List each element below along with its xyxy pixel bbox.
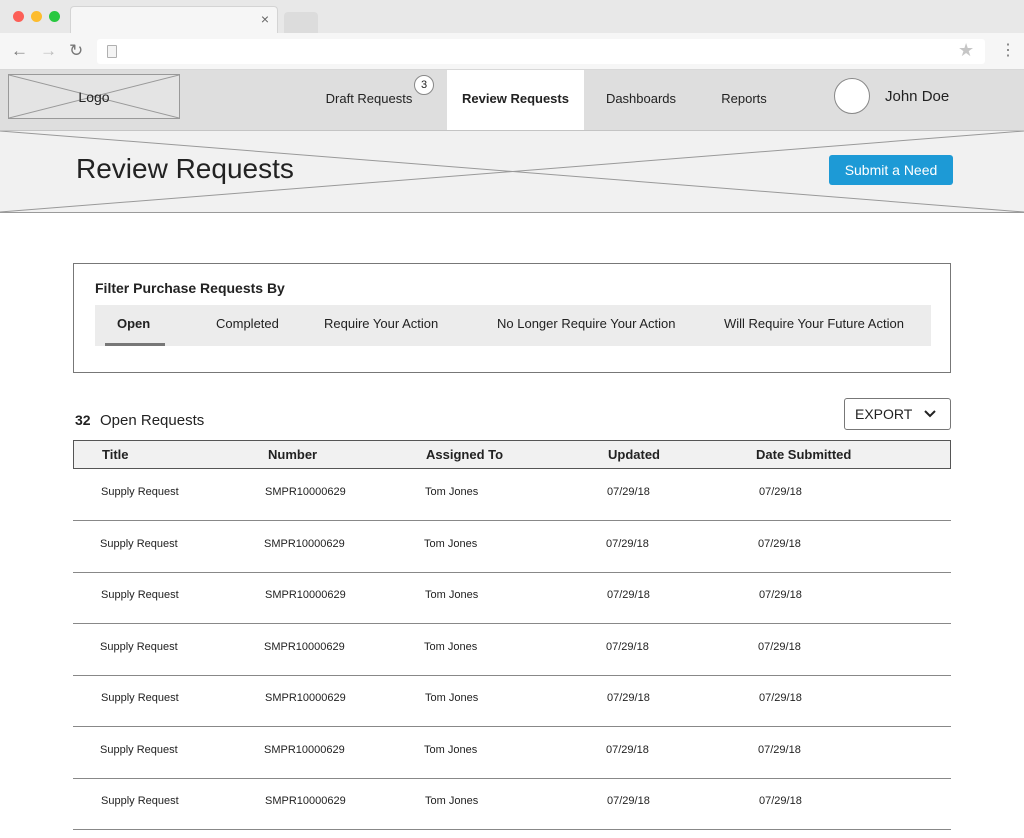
cell-date-submitted: 07/29/18 — [759, 692, 802, 704]
cell-updated: 07/29/18 — [607, 795, 650, 807]
column-header-updated[interactable]: Updated — [608, 441, 660, 468]
browser-menu-icon[interactable]: ⋮ — [1000, 41, 1016, 61]
cell-assigned-to: Tom Jones — [425, 589, 479, 601]
cell-number: SMPR10000629 — [265, 692, 346, 704]
column-header-title[interactable]: Title — [102, 441, 129, 468]
browser-titlebar: × — [0, 0, 1024, 33]
active-tab-indicator — [105, 343, 165, 346]
draft-count-badge: 3 — [414, 75, 434, 95]
cell-title: Supply Request — [101, 589, 179, 601]
filter-tab-require-action[interactable]: Require Your Action — [324, 305, 438, 346]
app-nav: Logo Draft Requests 3 Review Requests Da… — [0, 70, 1024, 131]
page-icon — [107, 45, 117, 58]
back-icon[interactable]: ← — [11, 42, 28, 60]
filter-tab-future-action[interactable]: Will Require Your Future Action — [724, 305, 904, 346]
user-name[interactable]: John Doe — [885, 70, 949, 124]
table-row[interactable]: Supply Request SMPR10000629 Tom Jones 07/29… — [73, 521, 951, 573]
filter-panel: Filter Purchase Requests By Open Complet… — [73, 263, 951, 373]
table-row[interactable]: Supply Request SMPR10000629 Tom Jones 07/29… — [73, 778, 951, 830]
cell-title: Supply Request — [101, 795, 179, 807]
nav-item-draft-requests[interactable]: Draft Requests — [310, 70, 428, 130]
cell-date-submitted: 07/29/18 — [758, 743, 801, 756]
cell-assigned-to: Tom Jones — [424, 537, 478, 550]
tab-close-icon[interactable]: × — [261, 11, 269, 27]
column-header-date-submitted[interactable]: Date Submitted — [756, 441, 851, 468]
table-row[interactable]: Supply Request SMPR10000629 Tom Jones 07/29… — [73, 469, 951, 521]
nav-item-label: Review Requests — [462, 91, 569, 106]
cell-title: Supply Request — [101, 692, 179, 704]
browser-tab[interactable]: × — [70, 6, 278, 33]
cell-date-submitted: 07/29/18 — [759, 589, 802, 601]
column-header-number[interactable]: Number — [268, 441, 317, 468]
cell-date-submitted: 07/29/18 — [759, 486, 802, 498]
new-tab-button[interactable] — [284, 12, 318, 33]
cell-number: SMPR10000629 — [264, 743, 345, 756]
filter-tabs: Open Completed Require Your Action No Lo… — [95, 305, 931, 346]
bookmark-star-icon[interactable]: ★ — [958, 40, 974, 61]
cell-number: SMPR10000629 — [265, 589, 346, 601]
cell-assigned-to: Tom Jones — [425, 795, 479, 807]
cell-number: SMPR10000629 — [265, 486, 346, 498]
cell-date-submitted: 07/29/18 — [758, 640, 801, 653]
nav-item-review-requests[interactable]: Review Requests — [447, 70, 584, 130]
cell-updated: 07/29/18 — [607, 589, 650, 601]
cell-number: SMPR10000629 — [265, 795, 346, 807]
nav-item-label: Dashboards — [605, 91, 677, 106]
address-field[interactable] — [97, 39, 985, 64]
nav-item-reports[interactable]: Reports — [708, 70, 780, 130]
close-window-icon[interactable] — [13, 11, 24, 22]
cell-title: Supply Request — [100, 537, 178, 550]
column-header-assigned-to[interactable]: Assigned To — [426, 441, 503, 468]
nav-item-label: Draft Requests — [325, 91, 413, 106]
nav-item-dashboards[interactable]: Dashboards — [594, 70, 688, 130]
forward-icon[interactable]: → — [40, 42, 57, 60]
chevron-down-icon — [924, 410, 936, 418]
cell-number: SMPR10000629 — [264, 537, 345, 550]
cell-updated: 07/29/18 — [606, 640, 649, 653]
cell-assigned-to: Tom Jones — [425, 486, 479, 498]
reload-icon[interactable]: ↻ — [69, 42, 83, 60]
table-header: Title Number Assigned To Updated Date Su… — [73, 440, 951, 469]
submit-need-button[interactable]: Submit a Need — [829, 155, 953, 185]
page-title: Review Requests — [76, 153, 294, 184]
cell-title: Supply Request — [100, 743, 178, 756]
avatar[interactable] — [834, 78, 870, 114]
cell-updated: 07/29/18 — [607, 486, 650, 498]
cell-updated: 07/29/18 — [606, 743, 649, 756]
table-row[interactable]: Supply Request SMPR10000629 Tom Jones 07/29… — [73, 624, 951, 676]
export-label: EXPORT — [855, 406, 913, 422]
filter-title: Filter Purchase Requests By — [95, 280, 285, 296]
cell-assigned-to: Tom Jones — [424, 640, 478, 653]
logo-label: Logo — [78, 89, 110, 105]
maximize-window-icon[interactable] — [49, 11, 60, 22]
minimize-window-icon[interactable] — [31, 11, 42, 22]
filter-tab-no-longer-require-action[interactable]: No Longer Require Your Action — [497, 305, 676, 346]
nav-item-label: Reports — [721, 91, 767, 106]
table-row[interactable]: Supply Request SMPR10000629 Tom Jones 07/29… — [73, 675, 951, 727]
cell-date-submitted: 07/29/18 — [758, 537, 801, 550]
browser-toolbar: ← → ↻ ★ ⋮ — [0, 33, 1024, 70]
cell-number: SMPR10000629 — [264, 640, 345, 653]
table-row[interactable]: Supply Request SMPR10000629 Tom Jones 07/29… — [73, 727, 951, 779]
cell-date-submitted: 07/29/18 — [759, 795, 802, 807]
logo[interactable]: Logo — [8, 74, 180, 119]
export-button[interactable]: EXPORT — [844, 398, 951, 430]
cell-title: Supply Request — [101, 486, 179, 498]
request-count: 32 — [75, 412, 91, 428]
page-header-banner: Review Requests Submit a Need — [0, 131, 1024, 213]
cell-updated: 07/29/18 — [607, 692, 650, 704]
cell-title: Supply Request — [100, 640, 178, 653]
cell-assigned-to: Tom Jones — [425, 692, 479, 704]
cell-assigned-to: Tom Jones — [424, 743, 478, 756]
filter-tab-completed[interactable]: Completed — [216, 305, 279, 346]
filter-tab-open[interactable]: Open — [117, 305, 150, 346]
request-count-label: Open Requests — [100, 412, 205, 429]
table-row[interactable]: Supply Request SMPR10000629 Tom Jones 07/29… — [73, 572, 951, 624]
cell-updated: 07/29/18 — [606, 537, 649, 550]
